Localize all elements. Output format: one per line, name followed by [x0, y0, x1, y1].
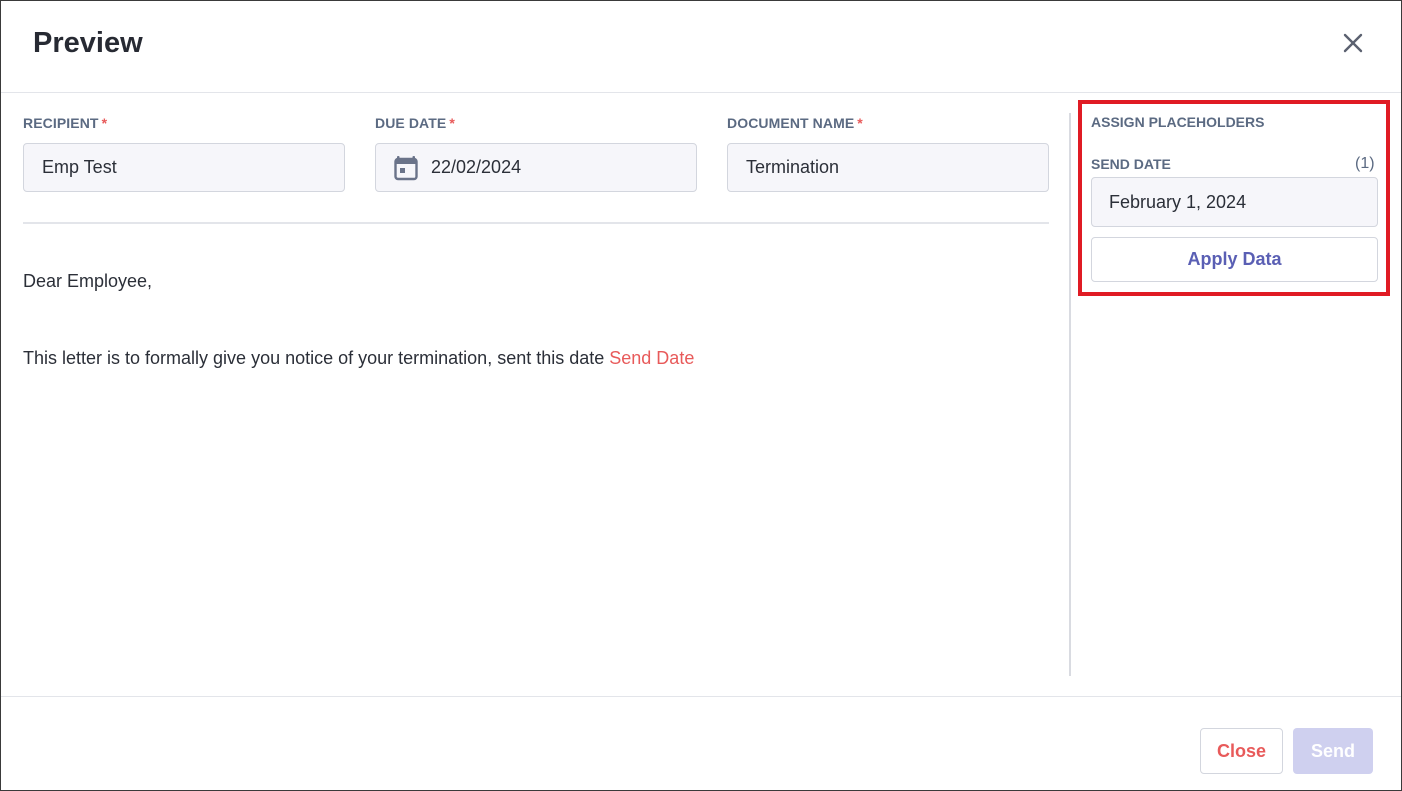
recipient-label-text: RECIPIENT [23, 115, 99, 131]
send-date-placeholder[interactable]: Send Date [609, 348, 694, 368]
send-date-label: SEND DATE [1091, 156, 1171, 172]
recipient-label: RECIPIENT * [23, 115, 107, 131]
send-date-count: (1) [1355, 155, 1375, 172]
recipient-value: Emp Test [42, 157, 117, 177]
due-date-label: DUE DATE * [375, 115, 455, 131]
letter-body-text: This letter is to formally give you noti… [23, 348, 610, 368]
modal-header: Preview [1, 1, 1401, 93]
due-date-label-text: DUE DATE [375, 115, 447, 131]
due-date-input[interactable]: 22/02/2024 [375, 143, 697, 192]
document-divider [23, 222, 1049, 224]
panel-divider [1069, 113, 1071, 676]
apply-data-button[interactable]: Apply Data [1091, 237, 1378, 282]
modal-title: Preview [33, 27, 143, 59]
close-icon[interactable] [1339, 29, 1367, 57]
document-name-label-text: DOCUMENT NAME [727, 115, 855, 131]
send-date-value: February 1, 2024 [1109, 191, 1247, 212]
document-name-input[interactable]: Termination [727, 143, 1049, 192]
required-mark: * [101, 115, 108, 131]
preview-modal: Preview RECIPIENT * Emp Test DUE DATE * 22… [0, 0, 1402, 791]
document-name-value: Termination [746, 157, 840, 177]
send-button[interactable]: Send [1293, 728, 1373, 774]
calendar-icon[interactable] [394, 155, 418, 181]
required-mark: * [449, 115, 455, 131]
close-button[interactable]: Close [1200, 728, 1283, 774]
letter-greeting: Dear Employee, [23, 271, 153, 291]
letter-body: This letter is to formally give you noti… [23, 348, 694, 369]
recipient-input[interactable]: Emp Test [23, 143, 345, 192]
due-date-value: 22/02/2024 [431, 157, 522, 177]
assign-placeholders-title: ASSIGN PLACEHOLDERS [1091, 114, 1265, 130]
send-date-input[interactable]: February 1, 2024 [1091, 177, 1378, 227]
footer-divider [1, 696, 1401, 697]
required-mark: * [857, 115, 863, 131]
document-name-label: DOCUMENT NAME * [727, 115, 863, 131]
